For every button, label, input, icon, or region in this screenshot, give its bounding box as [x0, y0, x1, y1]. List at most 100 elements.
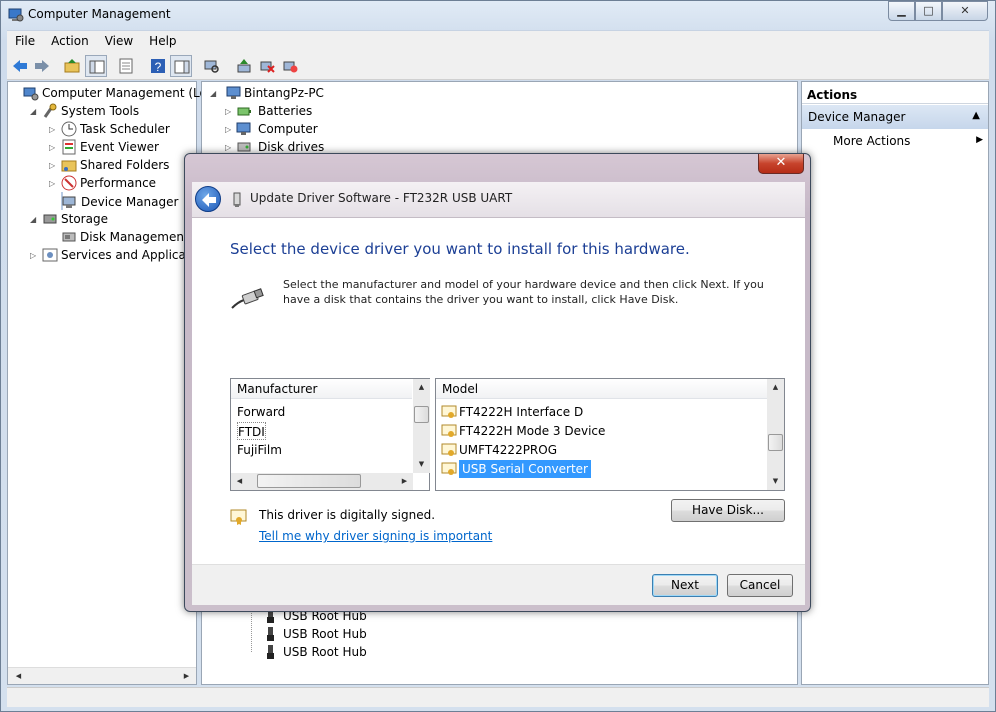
update-driver-icon: [237, 59, 251, 73]
title-bar[interactable]: Computer Management ▁ □ ✕: [1, 1, 995, 29]
expand-arrow-icon[interactable]: ▷: [49, 161, 58, 170]
collapse-arrow-icon[interactable]: ◢: [210, 89, 219, 98]
usb-root-hub-label: USB Root Hub: [283, 645, 367, 659]
manufacturer-header: Manufacturer: [231, 379, 412, 399]
battery-icon: [237, 107, 251, 116]
system-tools-icon: [43, 103, 57, 118]
scroll-right-icon[interactable]: ▶: [178, 668, 195, 685]
manufacturer-item[interactable]: Forward: [237, 403, 285, 421]
forward-toolbar-button[interactable]: [31, 55, 53, 77]
tree-item[interactable]: Device Manager: [61, 192, 178, 210]
enable-device-button[interactable]: [279, 55, 301, 77]
tree-pane-icon: [89, 60, 105, 74]
back-arrow-icon: [13, 60, 27, 72]
model-vertical-scrollbar[interactable]: ▲ ▼: [767, 379, 784, 490]
tree-item-label: Computer Management (Local: [42, 86, 225, 100]
collapse-arrow-icon[interactable]: ◢: [30, 215, 39, 224]
scroll-left-icon[interactable]: ◀: [10, 668, 27, 685]
tree-item-label: Storage: [61, 212, 108, 226]
expand-arrow-icon[interactable]: ▷: [225, 125, 234, 134]
show-hide-tree-button[interactable]: [85, 55, 107, 77]
expand-arrow-icon[interactable]: ▷: [225, 107, 234, 116]
up-folder-button[interactable]: [61, 55, 83, 77]
manufacturer-list[interactable]: Manufacturer Forward FTDI FujiFilm ▲ ▼ ◀ ▶: [230, 378, 430, 491]
more-actions-item[interactable]: More Actions ▶: [833, 134, 983, 148]
uninstall-button[interactable]: [256, 55, 278, 77]
dialog-close-button[interactable]: ✕: [758, 154, 804, 174]
model-list[interactable]: Model FT4222H Interface D FT4222H Mode 3 …: [435, 378, 785, 491]
next-button[interactable]: Next: [652, 574, 718, 597]
scan-hardware-button[interactable]: [201, 55, 223, 77]
scroll-thumb[interactable]: [414, 406, 429, 423]
menu-view[interactable]: View: [97, 31, 141, 48]
dialog-back-button[interactable]: [195, 186, 221, 212]
model-item-label: FT4222H Interface D: [459, 405, 584, 419]
minimize-button[interactable]: ▁: [888, 1, 915, 21]
device-category-label: Computer: [258, 122, 318, 136]
collapse-arrow-icon[interactable]: ◢: [30, 107, 39, 116]
driver-signing-link[interactable]: Tell me why driver signing is important: [259, 529, 492, 543]
usb-cable-icon: [231, 288, 264, 309]
console-tree: Computer Management (Local ◢ System Tools ▷…: [7, 81, 224, 685]
actions-pane: Actions Device Manager ▲ More Actions ▶: [801, 81, 989, 685]
manufacturer-item[interactable]: FujiFilm: [237, 441, 282, 459]
storage-icon: [43, 214, 57, 224]
properties-button[interactable]: [115, 55, 137, 77]
close-button[interactable]: ✕: [942, 1, 988, 21]
action-pane-icon: [174, 60, 190, 74]
manufacturer-item[interactable]: FTDI: [237, 422, 266, 440]
submenu-arrow-icon: ▶: [976, 135, 983, 145]
scroll-thumb[interactable]: [768, 434, 783, 451]
device-manager-icon: [62, 196, 76, 208]
scroll-thumb[interactable]: [257, 474, 361, 488]
computer-icon: [226, 86, 241, 99]
usb-root-hub-label: USB Root Hub: [283, 627, 367, 641]
actions-device-manager-section[interactable]: Device Manager ▲: [802, 105, 988, 129]
have-disk-button[interactable]: Have Disk...: [671, 499, 785, 522]
model-item-label: UMFT4222PROG: [459, 443, 558, 457]
properties-icon: [119, 58, 133, 74]
tree-item-label: Event Viewer: [80, 140, 159, 154]
scroll-left-icon[interactable]: ◀: [231, 473, 248, 490]
dialog-body: Select the device driver you want to ins…: [192, 218, 805, 564]
device-category-label: Batteries: [258, 104, 313, 118]
tree-item-label: Task Scheduler: [80, 122, 170, 136]
manufacturer-horizontal-scrollbar[interactable]: ◀ ▶: [231, 473, 413, 490]
enable-device-icon: [283, 61, 298, 73]
shared-folder-icon: [61, 160, 77, 172]
expand-arrow-icon[interactable]: ▷: [49, 143, 58, 152]
scroll-up-icon[interactable]: ▲: [767, 379, 784, 396]
tree-horizontal-scrollbar[interactable]: ◀ ▶: [8, 667, 196, 684]
expand-arrow-icon[interactable]: ▷: [49, 179, 58, 188]
driver-icon: [441, 443, 457, 456]
update-driver-button[interactable]: [233, 55, 255, 77]
status-bar: [7, 687, 989, 707]
menu-file[interactable]: File: [7, 31, 43, 48]
model-item-label: USB Serial Converter: [459, 460, 591, 478]
close-icon: ✕: [775, 155, 787, 170]
collapse-triangle-icon[interactable]: ▲: [972, 110, 980, 121]
dialog-footer: Next Cancel: [192, 564, 805, 605]
show-hide-action-pane-button[interactable]: [170, 55, 192, 77]
expand-arrow-icon[interactable]: ▷: [225, 143, 234, 152]
tree-item-label: Performance: [80, 176, 157, 190]
help-button[interactable]: ?: [147, 55, 169, 77]
cancel-button[interactable]: Cancel: [727, 574, 793, 597]
tree-item-label: Device Manager: [81, 195, 179, 209]
scroll-down-icon[interactable]: ▼: [413, 456, 430, 473]
expand-arrow-icon[interactable]: ▷: [49, 125, 58, 134]
menu-action[interactable]: Action: [43, 31, 97, 48]
back-toolbar-button[interactable]: [9, 55, 31, 77]
scroll-up-icon[interactable]: ▲: [413, 379, 430, 396]
menu-help[interactable]: Help: [141, 31, 184, 48]
dialog-title: Update Driver Software - FT232R USB UART: [250, 191, 513, 205]
computer-management-window: Computer Management ▁ □ ✕ File Action View…: [0, 0, 996, 712]
scroll-down-icon[interactable]: ▼: [767, 473, 784, 490]
manufacturer-vertical-scrollbar[interactable]: ▲ ▼: [413, 379, 430, 473]
maximize-button[interactable]: □: [915, 1, 942, 21]
expand-arrow-icon[interactable]: ▷: [30, 251, 39, 260]
signed-certificate-icon: [230, 509, 247, 525]
update-driver-dialog: ✕ Update Driver Software - FT232R USB UA…: [184, 153, 811, 612]
scroll-right-icon[interactable]: ▶: [396, 473, 413, 490]
dialog-description: Select the manufacturer and model of you…: [283, 278, 764, 306]
